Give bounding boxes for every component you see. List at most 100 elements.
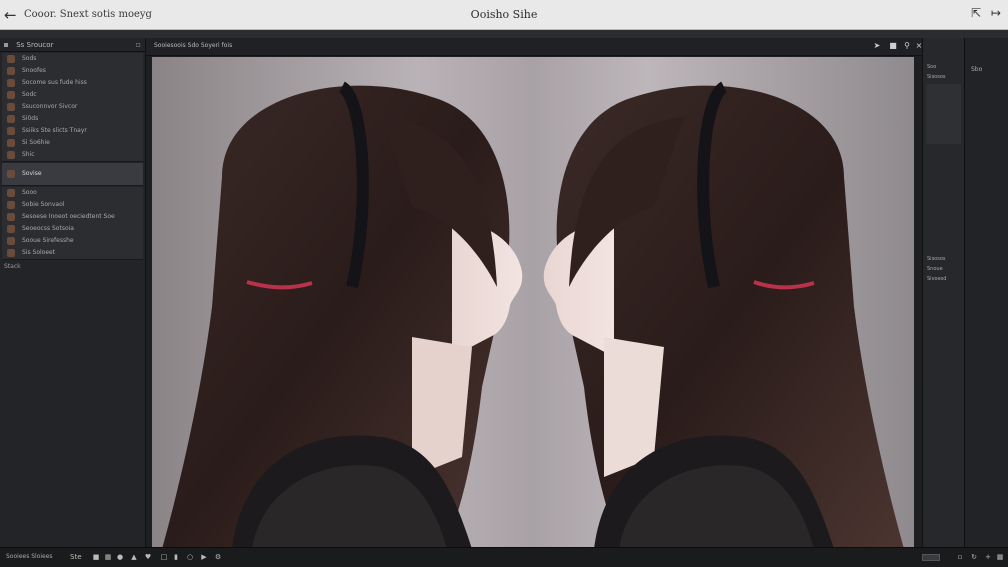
layers-panel-header: Ss Sroucor ▫	[0, 38, 145, 52]
layer-item[interactable]: Ssuconnvor Sivcor	[2, 101, 143, 113]
layer-thumbnail	[7, 91, 15, 99]
canvas-area: Sooiesoois Sdo Soyeri fois ➤ ■ ⚲ ×	[146, 38, 922, 549]
layer-item[interactable]: Si So6hie	[2, 137, 143, 149]
right-portrait	[543, 81, 904, 549]
layer-thumbnail	[7, 201, 15, 209]
layer-item[interactable]: Sis Soloeet	[2, 247, 143, 259]
page-label: Ste	[70, 553, 82, 561]
layer-thumbnail	[7, 237, 15, 245]
layer-group: Sooo Sobie Sonvaol Sesoese Inoeot oecied…	[2, 187, 143, 260]
layer-item[interactable]: Sooue Sirefesshe	[2, 235, 143, 247]
layer-label: Si0ds	[22, 115, 39, 122]
lock-icon[interactable]: ■	[888, 41, 898, 51]
layer-thumbnail	[7, 225, 15, 233]
layer-label: Sovise	[22, 170, 42, 177]
document-title: Sooiesoois Sdo Soyeri fois	[154, 42, 233, 49]
property-item[interactable]: Sisosos	[923, 72, 964, 82]
layer-thumbnail	[7, 170, 15, 178]
zoom-in-icon[interactable]: +	[984, 553, 992, 561]
zoom-label: Sooiees Sloiees	[6, 553, 53, 560]
layer-item[interactable]: Seoeocss Sotsoia	[2, 223, 143, 235]
portrait-image	[162, 81, 904, 549]
title-bar: ← Cooor. Snext sotis moeyg Ooisho Sihe ⇱…	[0, 0, 1008, 30]
layer-label: Sis Soloeet	[22, 249, 56, 256]
layer-label: Shic	[22, 151, 35, 158]
pointer-tool-icon[interactable]: ➤	[872, 41, 882, 51]
layer-item-selected[interactable]: Sovise	[2, 163, 143, 185]
zoom-slider[interactable]	[922, 554, 940, 561]
side-tool-item[interactable]: Sbo	[965, 66, 1008, 76]
grid-toggle-icon[interactable]: ▦	[996, 553, 1004, 561]
layer-label: Si So6hie	[22, 139, 50, 146]
panel-close-icon[interactable]: ▫	[136, 38, 141, 52]
search-icon[interactable]: ⚲	[902, 41, 912, 51]
play-icon[interactable]: ▶	[200, 553, 208, 561]
layer-thumbnail	[7, 127, 15, 135]
layer-item[interactable]: Sesoese Inoeot oeciedtent Soe	[2, 211, 143, 223]
property-item[interactable]: Snoue	[923, 264, 964, 274]
layers-panel: Ss Sroucor ▫ Sods Snoofes Socome sus fud…	[0, 38, 146, 547]
heart-icon[interactable]: ♥	[144, 553, 152, 561]
grid-icon[interactable]: ▦	[104, 553, 112, 561]
settings-icon[interactable]: ⚙	[214, 553, 222, 561]
layer-label: Sooue Sirefesshe	[22, 237, 74, 244]
layer-label: Seoeocss Sotsoia	[22, 225, 74, 232]
layer-label: Sodc	[22, 91, 37, 98]
layer-item[interactable]: Snoofes	[2, 65, 143, 77]
layer-item[interactable]: Sooo	[2, 187, 143, 199]
layer-label: Ssuconnvor Sivcor	[22, 103, 78, 110]
layer-label: Socome sus fude hiss	[22, 79, 87, 86]
panel-menu-icon[interactable]	[4, 43, 8, 47]
shape-icon[interactable]: ●	[116, 553, 124, 561]
layers-footer: Stack	[4, 263, 21, 270]
canvas-toolbar: Sooiesoois Sdo Soyeri fois ➤ ■ ⚲ ×	[146, 38, 922, 56]
layer-item[interactable]: Si0ds	[2, 113, 143, 125]
layer-group: Sods Snoofes Socome sus fude hiss Sodc S…	[2, 53, 143, 162]
fit-icon[interactable]: ▫	[956, 553, 964, 561]
layer-group: Sovise	[2, 163, 143, 186]
layer-thumbnail	[7, 55, 15, 63]
image-canvas[interactable]	[152, 57, 914, 549]
layer-thumbnail	[7, 139, 15, 147]
brush-icon[interactable]: ▲	[130, 553, 138, 561]
layer-thumbnail	[7, 103, 15, 111]
layer-thumbnail	[7, 67, 15, 75]
layer-item[interactable]: Shic	[2, 149, 143, 161]
layers-panel-title: Ss Sroucor	[16, 41, 54, 49]
circle-icon[interactable]: ○	[186, 553, 194, 561]
layer-item[interactable]: Sodc	[2, 89, 143, 101]
layer-thumbnail	[7, 151, 15, 159]
expand-icon[interactable]: ⇱	[968, 5, 984, 21]
layer-label: Sooo	[22, 189, 37, 196]
layer-item[interactable]: Socome sus fude hiss	[2, 77, 143, 89]
window-title: Ooisho Sihe	[470, 8, 538, 21]
file-icon[interactable]: □	[160, 553, 168, 561]
layer-item[interactable]: Sods	[2, 53, 143, 65]
marker-icon[interactable]: ▮	[172, 553, 180, 561]
hand-tool-icon[interactable]: ■	[92, 553, 100, 561]
layer-item[interactable]: Sobie Sonvaol	[2, 199, 143, 211]
properties-panel: Soo Sisosos Sisosos Snoue Sivoesd	[922, 38, 964, 547]
toolbar-strip	[0, 30, 1008, 38]
layer-label: Sods	[22, 55, 37, 62]
property-item[interactable]: Sivoesd	[923, 274, 964, 284]
layer-thumbnail	[7, 189, 15, 197]
status-bar: Sooiees Sloiees Ste ■ ▦ ● ▲ ♥ □ ▮ ○ ▶ ⚙ …	[0, 547, 1008, 567]
layer-label: Snoofes	[22, 67, 46, 74]
side-tools-panel: Sbo	[964, 38, 1008, 547]
layer-label: Sesoese Inoeot oeciedtent Soe	[22, 213, 115, 220]
app-window: ← Cooor. Snext sotis moeyg Ooisho Sihe ⇱…	[0, 0, 1008, 567]
layer-thumbnail	[7, 213, 15, 221]
export-icon[interactable]: ↦	[988, 5, 1004, 21]
property-preview	[926, 84, 961, 144]
layer-thumbnail	[7, 249, 15, 257]
layer-thumbnail	[7, 79, 15, 87]
layer-label: Ssiiks Ste slicts Tnayr	[22, 127, 87, 134]
layer-label: Sobie Sonvaol	[22, 201, 65, 208]
layer-thumbnail	[7, 115, 15, 123]
rotate-icon[interactable]: ↻	[970, 553, 978, 561]
layer-item[interactable]: Ssiiks Ste slicts Tnayr	[2, 125, 143, 137]
property-item[interactable]: Sisosos	[923, 254, 964, 264]
left-portrait	[162, 81, 523, 549]
property-item[interactable]: Soo	[923, 62, 964, 72]
